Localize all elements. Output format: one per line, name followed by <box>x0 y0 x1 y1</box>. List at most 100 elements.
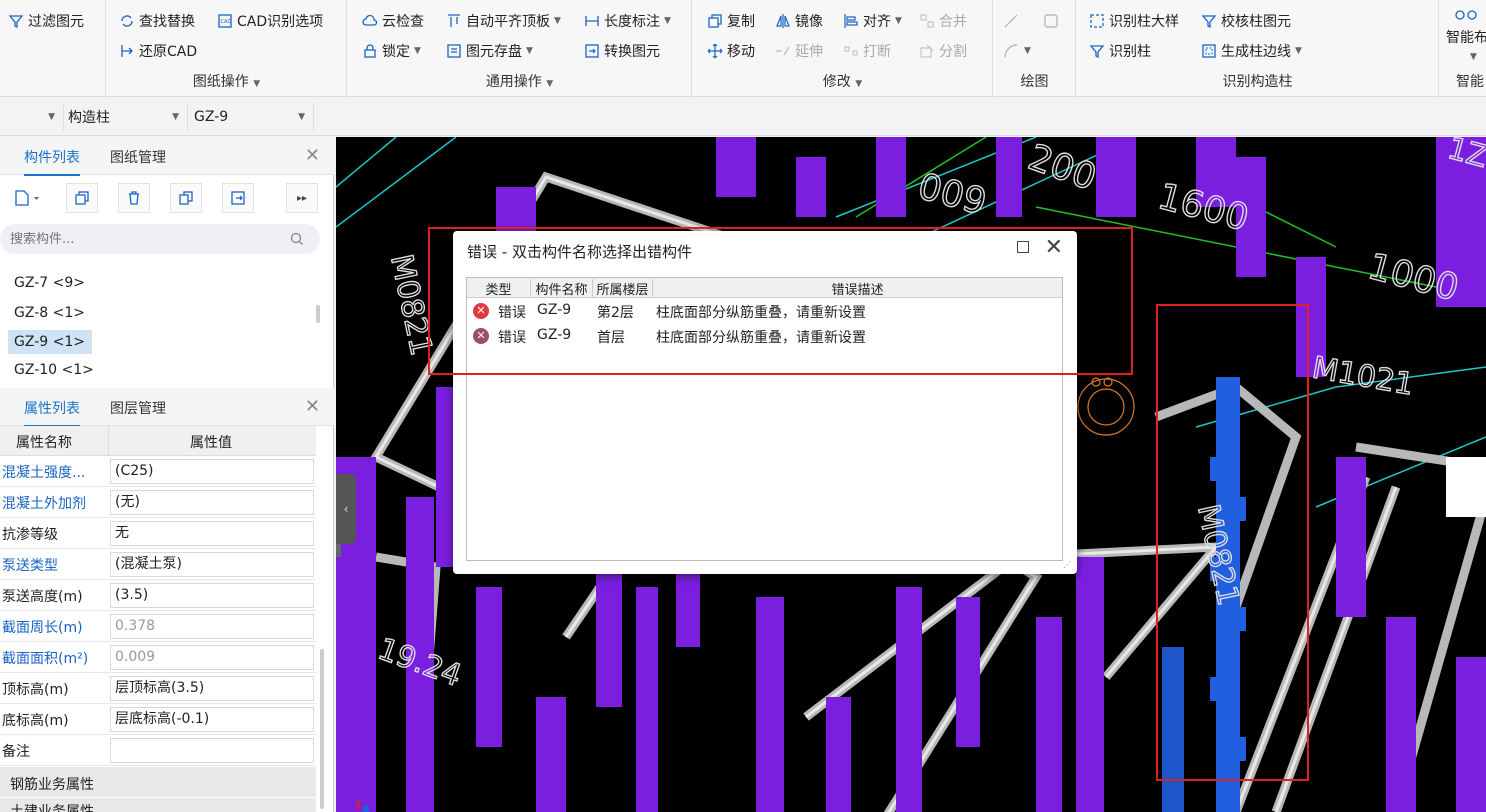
collapse-panel-button[interactable]: ‹ <box>336 474 356 544</box>
split-button[interactable]: 分割 <box>919 40 967 62</box>
cloud-icon <box>362 14 378 26</box>
ribbon-group-modify: 复制 镜像 对齐 ▼ 合并 移动 延伸 打断 分割 修改 ▼ <box>693 0 993 97</box>
convert-element-button[interactable]: 转换图元 <box>584 40 660 62</box>
left-panel: 构件列表 图纸管理 ✕ ▸▸ GZ-7 <9> GZ-8 <1> GZ-9 <1… <box>0 137 334 812</box>
chevron-left-icon: ‹ <box>343 502 349 516</box>
more-tools-button[interactable]: ▸▸ <box>286 183 318 213</box>
table-row[interactable]: ✕ 错误 GZ-9 首层 柱底面部分纵筋重叠，请重新设置 <box>467 324 1062 348</box>
move-button[interactable]: 移动 <box>707 40 755 62</box>
close-icon[interactable]: ✕ <box>1045 235 1063 260</box>
property-row: 抗渗等级无 <box>0 518 316 549</box>
line-tool-button[interactable] <box>1002 10 1020 32</box>
mirror-icon <box>776 14 790 28</box>
property-value[interactable] <box>110 738 314 763</box>
arc-tool-button[interactable]: ▼ <box>1002 40 1031 62</box>
property-value[interactable]: (C25) <box>110 459 314 484</box>
column-header-floor[interactable]: 所属楼层 <box>593 279 653 298</box>
tab-layer-management[interactable]: 图层管理 <box>110 398 166 418</box>
copy-icon <box>75 191 89 205</box>
filter-elements-button[interactable]: 过滤图元 <box>8 10 84 32</box>
cad-icon: CAD <box>218 14 232 28</box>
property-value[interactable]: (无) <box>110 490 314 515</box>
smart-layout-button[interactable]: 智能布 <box>1446 26 1486 48</box>
chevron-down-icon: ▼ <box>298 112 305 122</box>
category-dropdown[interactable]: 构造柱 ▼ <box>64 103 188 131</box>
list-scrollbar[interactable] <box>316 305 320 323</box>
component-dropdown[interactable]: GZ-9 ▼ <box>190 103 314 131</box>
component-name-link[interactable]: GZ-9 <box>537 327 571 343</box>
property-value: 0.378 <box>110 614 314 639</box>
cad-options-button[interactable]: CAD CAD识别选项 <box>217 10 323 32</box>
list-item-selected[interactable]: GZ-9 <1> <box>8 330 92 354</box>
rect-tool-button[interactable] <box>1042 10 1060 32</box>
maximize-icon[interactable] <box>1017 241 1029 253</box>
column-header-name[interactable]: 构件名称 <box>531 279 593 298</box>
search-input[interactable] <box>10 231 280 247</box>
check-column-button[interactable]: 校核柱图元 <box>1201 10 1291 32</box>
merge-icon <box>920 14 934 28</box>
smart-icon <box>1448 4 1478 26</box>
table-row[interactable]: ✕ 错误 GZ-9 第2层 柱底面部分纵筋重叠，请重新设置 <box>467 299 1062 323</box>
section-civil-props[interactable]: 土建业务属性 <box>0 798 316 812</box>
section-rebar-props[interactable]: 钢筋业务属性 <box>0 767 316 797</box>
property-value[interactable]: 无 <box>110 521 314 546</box>
group-label[interactable]: 修改 ▼ <box>693 71 992 91</box>
copy-component-button[interactable] <box>66 183 98 213</box>
group-label[interactable]: 图纸操作 ▼ <box>107 71 346 91</box>
property-scrollbar[interactable] <box>320 649 324 809</box>
tab-component-list[interactable]: 构件列表 <box>24 147 80 176</box>
group-label[interactable]: 通用操作 ▼ <box>348 71 691 91</box>
property-value[interactable]: 层顶标高(3.5) <box>110 676 314 701</box>
component-name-link[interactable]: GZ-9 <box>537 302 571 318</box>
lock-button[interactable]: 锁定 ▼ <box>362 40 421 62</box>
auto-align-top-button[interactable]: 自动平齐顶板 ▼ <box>446 10 561 32</box>
copy-button[interactable]: 复制 <box>707 10 755 32</box>
list-item[interactable]: GZ-10 <1> <box>8 360 100 380</box>
property-value[interactable]: (3.5) <box>110 583 314 608</box>
filter-icon <box>8 15 24 29</box>
type-dropdown[interactable]: ▼ <box>0 103 64 131</box>
property-value[interactable]: (混凝土泵) <box>110 552 314 577</box>
restore-cad-button[interactable]: 还原CAD <box>119 40 197 62</box>
chevron-down-icon: ▼ <box>48 112 55 122</box>
find-replace-button[interactable]: 查找替换 <box>119 10 195 32</box>
generate-column-edge-button[interactable]: 生成柱边线 ▼ <box>1201 40 1302 62</box>
merge-button[interactable]: 合并 <box>919 10 967 32</box>
list-item[interactable]: GZ-7 <9> <box>8 271 91 295</box>
duplicate-floor-button[interactable] <box>170 183 202 213</box>
error-table: 类型 构件名称 所属楼层 错误描述 ✕ 错误 GZ-9 第2层 柱底面部分纵筋重… <box>466 277 1063 561</box>
property-row: 泵送类型 (混凝土泵) <box>0 549 316 580</box>
edge-icon <box>1202 44 1216 58</box>
ribbon-group-identify-column: 识别柱大样 校核柱图元 识别柱 生成柱边线 ▼ 识别构造柱 <box>1077 0 1439 97</box>
property-value[interactable]: 层底标高(-0.1) <box>110 707 314 732</box>
arc-icon <box>1004 44 1018 58</box>
identify-column-detail-button[interactable]: 识别柱大样 <box>1089 10 1179 32</box>
delete-component-button[interactable] <box>118 183 150 213</box>
error-icon: ✕ <box>473 303 489 319</box>
list-item[interactable]: GZ-8 <1> <box>8 301 91 325</box>
extend-button[interactable]: 延伸 <box>775 40 823 62</box>
tab-property-list[interactable]: 属性列表 <box>24 398 80 427</box>
save-element-button[interactable]: 图元存盘 ▼ <box>446 40 533 62</box>
error-dialog: 错误 - 双击构件名称选择出错构件 ✕ 类型 构件名称 所属楼层 错误描述 ✕ … <box>453 231 1077 574</box>
cloud-check-button[interactable]: 云检查 <box>362 10 424 32</box>
column-header-type[interactable]: 类型 <box>467 279 531 298</box>
search-icon[interactable] <box>290 232 304 246</box>
break-button[interactable]: 打断 <box>843 40 891 62</box>
length-dimension-button[interactable]: 长度标注 ▼ <box>584 10 671 32</box>
align-button[interactable]: 对齐 ▼ <box>843 10 902 32</box>
identify-column-button[interactable]: 识别柱 <box>1089 40 1151 62</box>
column-header-description[interactable]: 错误描述 <box>653 279 1062 298</box>
mirror-button[interactable]: 镜像 <box>775 10 823 32</box>
resize-grip-icon[interactable]: ⋰ <box>1063 560 1073 570</box>
close-icon[interactable]: ✕ <box>305 396 320 417</box>
tab-drawing-management[interactable]: 图纸管理 <box>110 147 166 167</box>
new-file-icon <box>15 190 39 206</box>
label-200: 200 <box>1023 137 1102 199</box>
close-icon[interactable]: ✕ <box>305 145 320 166</box>
new-component-button[interactable] <box>2 183 50 213</box>
store-component-button[interactable] <box>222 183 254 213</box>
property-row: 顶标高(m) 层顶标高(3.5) <box>0 673 316 704</box>
label-009: 009 <box>914 166 991 223</box>
error-icon: ✕ <box>473 328 489 344</box>
